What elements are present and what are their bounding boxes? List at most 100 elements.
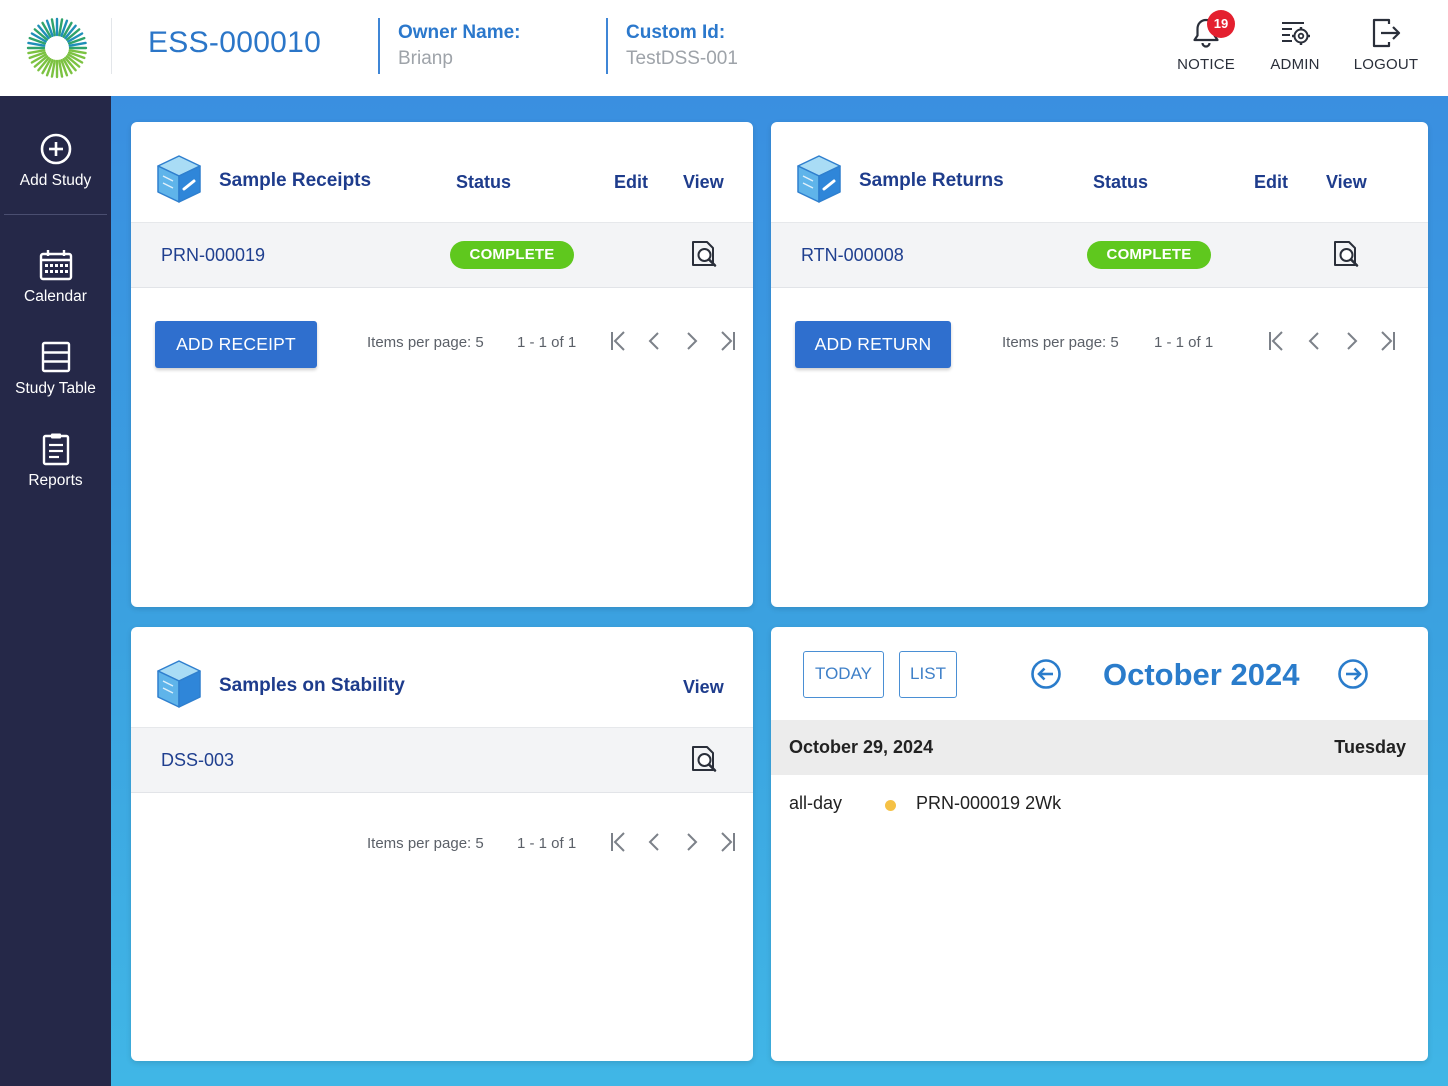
last-page-button[interactable] [713, 327, 741, 355]
table-row: DSS-003 [131, 727, 753, 793]
page-range: 1 - 1 of 1 [517, 334, 577, 351]
report-icon [42, 433, 69, 466]
event-title: PRN-000019 2Wk [916, 793, 1062, 813]
card-header: Samples on Stability View [131, 627, 753, 727]
header-divider [606, 18, 608, 74]
dashboard-area: Sample Receipts Status Edit View PRN-000… [111, 96, 1448, 1086]
sidebar-item-reports[interactable]: Reports [0, 432, 111, 490]
notice-label: NOTICE [1177, 56, 1235, 73]
view-column-header: View [683, 677, 724, 697]
sample-returns-card: Sample Returns Status Edit View RTN-0000… [771, 122, 1428, 607]
last-page-button[interactable] [713, 828, 741, 856]
samples-on-stability-card: Samples on Stability View DSS-003 Items … [131, 627, 753, 1061]
calendar-day-header: October 29, 2024 Tuesday [771, 720, 1428, 775]
first-page-button[interactable] [605, 828, 633, 856]
list-view-button[interactable]: LIST [899, 651, 957, 698]
first-page-button[interactable] [1263, 327, 1291, 355]
sidebar-item-study-table[interactable]: Study Table [0, 340, 111, 398]
last-page-button[interactable] [1373, 327, 1401, 355]
calendar-date: October 29, 2024 [789, 737, 934, 757]
today-button[interactable]: TODAY [803, 651, 884, 698]
admin-button[interactable]: ADMIN [1250, 16, 1340, 73]
status-column-header: Status [456, 172, 512, 192]
sidebar-item-label: Study Table [15, 380, 96, 397]
calendar-event[interactable]: all-day PRN-000019 2Wk [771, 775, 1428, 831]
notice-button[interactable]: 19 NOTICE [1161, 10, 1251, 73]
plus-circle-icon [40, 133, 71, 165]
view-column-header: View [1326, 172, 1367, 192]
arrow-left-circle-icon[interactable] [1029, 657, 1063, 691]
first-page-icon [611, 331, 625, 351]
study-id: ESS-000010 [148, 26, 322, 59]
last-page-icon [721, 331, 735, 351]
sidebar-item-label: Add Study [19, 172, 92, 189]
sidebar-item-label: Reports [28, 472, 83, 489]
return-id-link[interactable]: RTN-000008 [801, 245, 904, 266]
company-logo [26, 17, 88, 79]
sample-box-icon [797, 155, 841, 203]
calendar-icon [39, 250, 72, 281]
items-per-page: Items per page: 5 [1002, 334, 1119, 351]
admin-label: ADMIN [1270, 56, 1320, 73]
items-per-page: Items per page: 5 [367, 835, 484, 852]
view-document-icon[interactable] [1331, 239, 1361, 269]
next-page-button[interactable] [677, 327, 705, 355]
last-page-icon [721, 832, 735, 852]
event-time: all-day [789, 793, 843, 813]
add-receipt-button[interactable]: ADD RECEIPT [155, 321, 317, 368]
chevron-left-icon [648, 833, 659, 851]
sidebar: Add Study Calendar Study Table Reports [0, 96, 111, 1086]
view-document-icon[interactable] [689, 744, 719, 774]
table-row: PRN-000019 COMPLETE [131, 222, 753, 288]
page-range: 1 - 1 of 1 [1154, 334, 1214, 351]
chevron-right-icon [687, 332, 698, 350]
prev-page-button[interactable] [641, 327, 669, 355]
sidebar-item-calendar[interactable]: Calendar [0, 248, 111, 306]
items-per-page: Items per page: 5 [367, 334, 484, 351]
sidebar-item-add-study[interactable]: Add Study [0, 132, 111, 190]
chevron-left-icon [648, 332, 659, 350]
event-color-dot [885, 800, 896, 811]
calendar-weekday: Tuesday [1334, 737, 1406, 757]
owner-label: Owner Name: [398, 22, 521, 43]
edit-column-header: Edit [614, 172, 648, 192]
first-page-button[interactable] [605, 327, 633, 355]
last-page-icon [1381, 331, 1395, 351]
owner-value: Brianp [398, 48, 453, 69]
prev-page-button[interactable] [1301, 327, 1329, 355]
prev-page-button[interactable] [641, 828, 669, 856]
view-column-header: View [683, 172, 724, 192]
custom-id-field: Custom Id: TestDSS-001 [626, 22, 738, 70]
sample-box-icon [157, 155, 201, 203]
first-page-icon [611, 832, 625, 852]
view-document-icon[interactable] [689, 239, 719, 269]
chevron-right-icon [1347, 332, 1358, 350]
chevron-left-icon [1308, 332, 1319, 350]
stability-id-link[interactable]: DSS-003 [161, 750, 234, 771]
card-title: Sample Receipts [219, 170, 372, 191]
logout-label: LOGOUT [1353, 56, 1419, 73]
header-divider [111, 18, 112, 74]
sidebar-item-label: Calendar [24, 288, 87, 305]
custom-id-label: Custom Id: [626, 22, 726, 43]
status-column-header: Status [1093, 172, 1149, 192]
owner-field: Owner Name: Brianp [398, 22, 520, 70]
arrow-right-circle-icon[interactable] [1336, 657, 1370, 691]
logout-icon [1372, 18, 1401, 48]
calendar-card: TODAY LIST October 2024 October 29, 2024… [771, 627, 1428, 1061]
receipt-id-link[interactable]: PRN-000019 [161, 245, 265, 266]
sidebar-divider [4, 214, 107, 215]
table-icon [41, 341, 70, 373]
next-page-button[interactable] [677, 828, 705, 856]
custom-id-value: TestDSS-001 [626, 48, 738, 69]
card-header: Sample Returns Status Edit View [771, 122, 1428, 222]
app-header: ESS-000010 Owner Name: Brianp Custom Id:… [0, 0, 1448, 96]
card-title: Samples on Stability [219, 675, 405, 696]
logout-button[interactable]: LOGOUT [1341, 16, 1431, 73]
sample-receipts-card: Sample Receipts Status Edit View PRN-000… [131, 122, 753, 607]
add-return-button[interactable]: ADD RETURN [795, 321, 951, 368]
notice-count-badge: 19 [1207, 10, 1235, 38]
next-page-button[interactable] [1337, 327, 1365, 355]
status-badge: COMPLETE [1087, 241, 1211, 269]
first-page-icon [1269, 331, 1283, 351]
